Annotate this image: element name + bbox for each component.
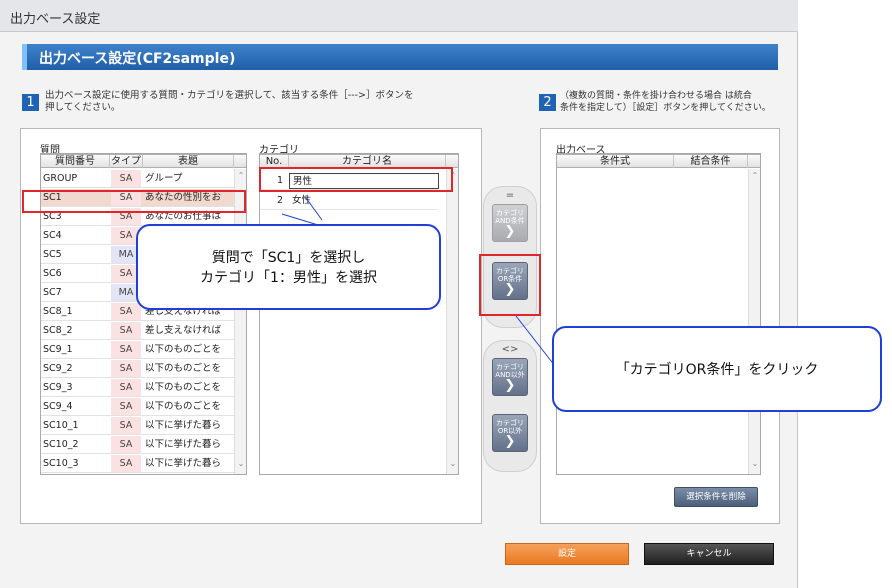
- callout-pointer-category: [305, 197, 323, 221]
- callout-click-instruction: 「カテゴリOR条件」をクリック: [552, 326, 882, 412]
- callout-pointer-lines: [281, 197, 556, 367]
- callout-select-instruction: 質問で「SC1」を選択し カテゴリ「1：男性」を選択: [136, 224, 441, 310]
- callout-pointer-or-button: [515, 315, 556, 367]
